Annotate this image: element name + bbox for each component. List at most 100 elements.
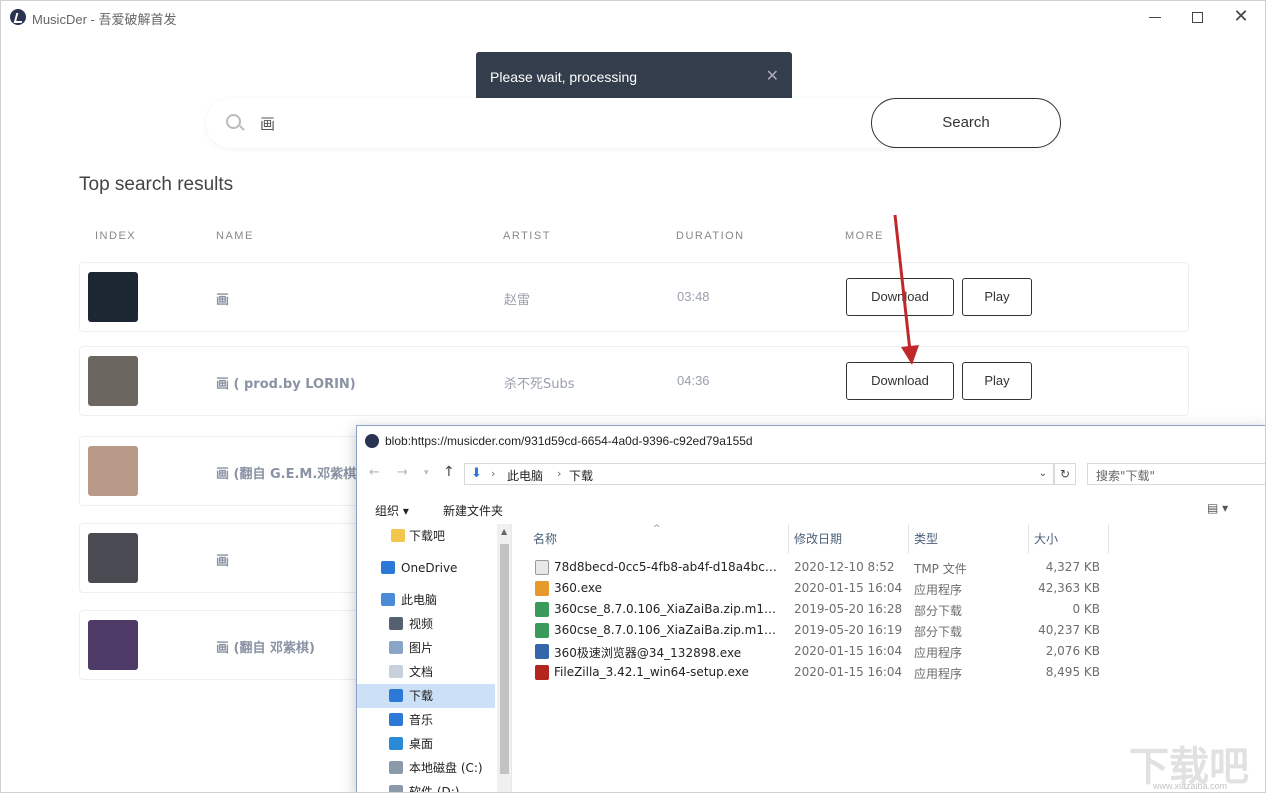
address-bar[interactable]: ⬇ › 此电脑 › 下载 ⌄ bbox=[464, 463, 1054, 485]
nav-item-this-pc[interactable]: 此电脑 bbox=[357, 588, 495, 612]
document-icon bbox=[389, 665, 403, 678]
file-column-size[interactable]: 大小 bbox=[1034, 530, 1058, 550]
song-name: 画 (翻自 邓紫棋) bbox=[216, 641, 315, 656]
file-row[interactable]: 360cse_8.7.0.106_XiaZaiBa.zip.m1dgy... 2… bbox=[513, 599, 1265, 620]
file-size: 2,076 KB bbox=[1045, 644, 1100, 658]
file-row[interactable]: 360极速浏览器@34_132898.exe 2020-01-15 16:04 … bbox=[513, 641, 1265, 662]
dialog-toolbar: 组织 ▾ 新建文件夹 ▤ ▾ bbox=[357, 494, 1265, 524]
file-row[interactable]: FileZilla_3.42.1_win64-setup.exe 2020-01… bbox=[513, 662, 1265, 683]
nav-pane-scrollbar[interactable]: ▲ bbox=[497, 524, 511, 792]
nav-item-music[interactable]: 音乐 bbox=[357, 708, 495, 732]
drive-icon bbox=[389, 785, 403, 792]
scrollbar-thumb[interactable] bbox=[500, 544, 509, 774]
processing-toast: Please wait, processing ✕ bbox=[476, 52, 792, 102]
cloud-icon bbox=[381, 561, 395, 574]
nav-item-downloads[interactable]: 下载 bbox=[357, 684, 495, 708]
nav-item-videos[interactable]: 视频 bbox=[357, 612, 495, 636]
column-divider[interactable] bbox=[1028, 524, 1029, 554]
play-button[interactable]: Play bbox=[962, 278, 1032, 316]
file-type: 应用程序 bbox=[914, 646, 963, 660]
file-size: 42,363 KB bbox=[1038, 581, 1100, 595]
minimize-icon bbox=[1149, 16, 1161, 18]
maximize-button[interactable] bbox=[1179, 5, 1215, 27]
breadcrumb-this-pc[interactable]: 此电脑 bbox=[507, 467, 543, 484]
play-button[interactable]: Play bbox=[962, 362, 1032, 400]
close-button[interactable]: ✕ bbox=[1223, 5, 1259, 27]
forward-arrow-icon[interactable]: → bbox=[397, 465, 408, 480]
download-icon bbox=[389, 689, 403, 702]
scroll-up-icon[interactable]: ▲ bbox=[501, 527, 507, 536]
file-date: 2020-01-15 16:04 bbox=[794, 581, 903, 595]
file-type: 部分下载 bbox=[914, 604, 963, 618]
song-artist: 杀不死Subs bbox=[504, 377, 575, 392]
file-date: 2020-01-15 16:04 bbox=[794, 644, 903, 658]
song-name: 画 bbox=[216, 554, 230, 569]
up-arrow-icon[interactable]: ↑ bbox=[443, 464, 455, 480]
picture-icon bbox=[389, 641, 403, 654]
column-header-index: INDEX bbox=[95, 230, 137, 242]
file-type: TMP 文件 bbox=[914, 562, 967, 576]
nav-item-drive-c[interactable]: 本地磁盘 (C:) bbox=[357, 756, 495, 780]
file-column-type[interactable]: 类型 bbox=[914, 530, 938, 550]
result-row: 画 赵雷 03:48 Download Play bbox=[79, 262, 1189, 332]
file-name: 360.exe bbox=[554, 581, 603, 595]
app-logo-icon bbox=[365, 434, 379, 448]
file-type: 应用程序 bbox=[914, 583, 963, 597]
installer-icon bbox=[535, 644, 549, 659]
song-artist: 赵雷 bbox=[504, 293, 531, 308]
chevron-down-icon[interactable]: ⌄ bbox=[1039, 468, 1047, 479]
column-divider[interactable] bbox=[788, 524, 789, 554]
new-folder-button[interactable]: 新建文件夹 bbox=[443, 502, 503, 519]
close-icon: ✕ bbox=[1233, 6, 1249, 26]
file-row[interactable]: 360.exe 2020-01-15 16:04 应用程序 42,363 KB bbox=[513, 578, 1265, 599]
file-row[interactable]: 360cse_8.7.0.106_XiaZaiBa.zip.m1dgy... 2… bbox=[513, 620, 1265, 641]
search-icon bbox=[226, 114, 241, 129]
search-input[interactable] bbox=[260, 111, 860, 135]
search-button[interactable]: Search bbox=[871, 98, 1061, 148]
window-title: MusicDer - 吾爱破解首发 bbox=[32, 12, 177, 27]
nav-item-onedrive[interactable]: OneDrive bbox=[357, 556, 495, 580]
partial-download-icon bbox=[535, 602, 549, 617]
file-row[interactable]: 78d8becd-0cc5-4fb8-ab4f-d18a4bc7... 2020… bbox=[513, 557, 1265, 578]
partial-download-icon bbox=[535, 623, 549, 638]
download-button[interactable]: Download bbox=[846, 362, 954, 400]
nav-item-desktop[interactable]: 桌面 bbox=[357, 732, 495, 756]
file-name: FileZilla_3.42.1_win64-setup.exe bbox=[554, 665, 749, 679]
filezilla-icon bbox=[535, 665, 549, 680]
file-date: 2020-01-15 16:04 bbox=[794, 665, 903, 679]
refresh-button[interactable]: ↻ bbox=[1054, 463, 1076, 485]
column-divider[interactable] bbox=[1108, 524, 1109, 554]
file-name: 360极速浏览器@34_132898.exe bbox=[554, 646, 742, 660]
view-options-button[interactable]: ▤ ▾ bbox=[1207, 501, 1228, 515]
nav-item-documents[interactable]: 文档 bbox=[357, 660, 495, 684]
sort-ascending-icon: ^ bbox=[653, 524, 661, 534]
file-date: 2019-05-20 16:19 bbox=[794, 623, 903, 637]
file-name: 360cse_8.7.0.106_XiaZaiBa.zip.m1dgy... bbox=[554, 623, 782, 637]
dialog-search-input[interactable]: 搜索"下载" bbox=[1087, 463, 1265, 485]
download-button[interactable]: Download bbox=[846, 278, 954, 316]
refresh-icon: ↻ bbox=[1059, 467, 1071, 481]
breadcrumb-separator-icon: › bbox=[557, 467, 562, 480]
file-column-date[interactable]: 修改日期 bbox=[794, 530, 842, 550]
toast-message: Please wait, processing bbox=[490, 69, 638, 85]
minimize-button[interactable] bbox=[1137, 5, 1173, 27]
column-header-more: MORE bbox=[845, 230, 884, 242]
music-note-icon bbox=[389, 713, 403, 726]
file-name: 78d8becd-0cc5-4fb8-ab4f-d18a4bc7... bbox=[554, 560, 782, 574]
nav-item-pictures[interactable]: 图片 bbox=[357, 636, 495, 660]
file-size: 8,495 KB bbox=[1045, 665, 1100, 679]
organize-menu[interactable]: 组织 ▾ bbox=[375, 502, 409, 519]
column-divider[interactable] bbox=[908, 524, 909, 554]
breadcrumb-downloads[interactable]: 下载 bbox=[569, 467, 593, 484]
navigation-pane: 下载吧 OneDrive 此电脑 视频 图片 文档 下载 音乐 桌面 本地磁盘 … bbox=[357, 524, 512, 792]
song-name: 画 bbox=[216, 293, 230, 308]
column-header-artist: ARTIST bbox=[503, 230, 551, 242]
file-type: 部分下载 bbox=[914, 625, 963, 639]
recent-locations-chevron-icon[interactable]: ▾ bbox=[424, 468, 429, 478]
breadcrumb-separator-icon: › bbox=[491, 467, 496, 480]
nav-item-drive-d[interactable]: 软件 (D:) bbox=[357, 780, 495, 792]
toast-close-icon[interactable]: ✕ bbox=[766, 66, 779, 86]
back-arrow-icon[interactable]: ← bbox=[369, 465, 380, 480]
file-column-name[interactable]: 名称 bbox=[533, 530, 557, 550]
nav-item-xiazaiba[interactable]: 下载吧 bbox=[357, 524, 495, 548]
